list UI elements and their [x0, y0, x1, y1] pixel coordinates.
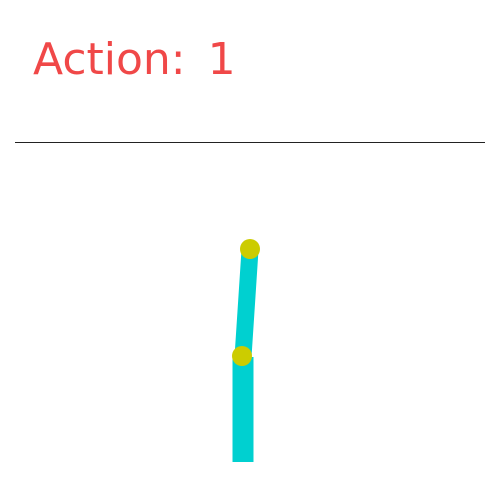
upper-link — [234, 241, 259, 366]
top-joint — [240, 239, 260, 259]
pendulum-scene — [232, 239, 260, 462]
acrobot — [232, 239, 260, 462]
middle-joint — [232, 346, 252, 366]
